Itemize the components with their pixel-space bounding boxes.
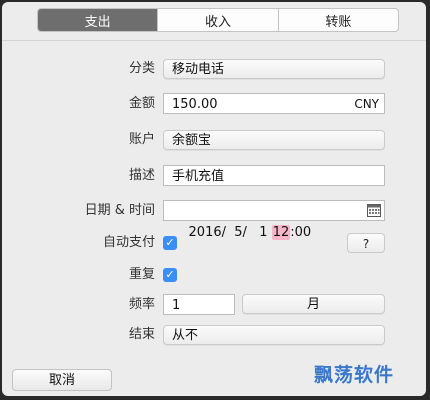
- transaction-dialog: 支出 收入 转账 分类 移动电话 金额 150.00 CNY 账户 余额宝 描述…: [2, 2, 426, 396]
- end-value: 从不: [172, 328, 199, 343]
- tab-divider: [2, 40, 426, 41]
- category-label: 分类: [128, 61, 155, 76]
- tab-income[interactable]: 收入: [157, 9, 277, 31]
- frequency-field[interactable]: 1: [163, 294, 235, 315]
- date-value[interactable]: 2016/ 5/ 1: [189, 225, 272, 240]
- account-select[interactable]: 余额宝: [163, 130, 385, 150]
- auto-pay-checkbox[interactable]: ✓: [163, 236, 177, 250]
- tab-expense[interactable]: 支出: [38, 9, 158, 31]
- frequency-unit: 月: [306, 297, 320, 312]
- amount-value: 150.00: [172, 97, 218, 112]
- description-label: 描述: [128, 168, 155, 183]
- minute-value[interactable]: :00: [290, 225, 311, 240]
- account-label: 账户: [128, 132, 155, 147]
- datetime-picker[interactable]: 2016/ 5/ 1 12:00: [163, 200, 385, 240]
- datetime-label: 日期 & 时间: [84, 203, 155, 218]
- account-value: 余额宝: [172, 133, 212, 148]
- category-select[interactable]: 移动电话: [163, 59, 385, 79]
- frequency-label: 频率: [128, 297, 155, 312]
- cancel-button[interactable]: 取消: [12, 369, 112, 391]
- watermark-logo: 飘荡软件: [314, 364, 395, 386]
- tab-transfer[interactable]: 转账: [277, 9, 398, 31]
- auto-pay-label: 自动支付: [102, 235, 155, 250]
- help-button[interactable]: ?: [347, 233, 385, 253]
- end-label: 结束: [128, 327, 155, 342]
- frequency-unit-select[interactable]: 月: [242, 294, 385, 314]
- category-value: 移动电话: [172, 62, 225, 77]
- repeat-checkbox[interactable]: ✓: [163, 268, 177, 282]
- amount-field[interactable]: 150.00 CNY: [163, 93, 385, 114]
- end-select[interactable]: 从不: [163, 325, 385, 345]
- amount-label: 金额: [128, 96, 155, 111]
- checkmark-icon: ✓: [165, 268, 175, 281]
- description-value: 手机充值: [172, 169, 225, 184]
- transaction-type-tabs: 支出 收入 转账: [37, 8, 399, 32]
- repeat-label: 重复: [128, 267, 155, 282]
- currency-code: CNY: [354, 97, 379, 111]
- hour-value[interactable]: 12: [271, 225, 291, 240]
- frequency-value: 1: [172, 298, 181, 313]
- calendar-icon[interactable]: [367, 203, 381, 217]
- checkmark-icon: ✓: [165, 236, 175, 249]
- description-field[interactable]: 手机充值: [163, 165, 385, 186]
